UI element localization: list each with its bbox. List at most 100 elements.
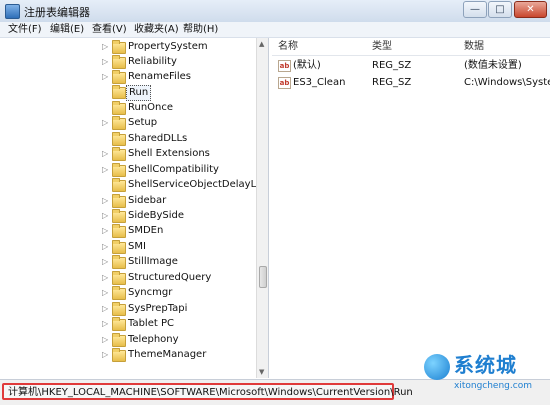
tree-scrollbar[interactable]: ▲ ▼	[256, 38, 268, 378]
tree-item-label: SharedDLLs	[128, 133, 188, 144]
tree-item-reliability[interactable]: ▷ Reliability	[0, 55, 256, 70]
minimize-icon: —	[470, 4, 480, 15]
tree-item-label: ShellCompatibility	[128, 164, 219, 175]
menu-edit[interactable]: 编辑(E)	[50, 23, 84, 36]
scroll-down-icon[interactable]: ▼	[259, 368, 264, 376]
tree-item-label: StructuredQuery	[128, 272, 212, 283]
site-watermark: 系统城 xitongcheng.com	[424, 352, 548, 400]
expand-arrow-icon[interactable]: ▷	[102, 319, 108, 329]
menu-favorites[interactable]: 收藏夹(A)	[134, 23, 179, 36]
maximize-icon: □	[495, 4, 505, 15]
folder-icon	[112, 40, 126, 54]
tree-item-stillimage[interactable]: ▷ StillImage	[0, 255, 256, 270]
folder-icon	[112, 286, 126, 300]
value-type: REG_SZ	[372, 60, 412, 71]
column-header-type[interactable]: 类型	[372, 41, 392, 53]
tree-item-propertysystem[interactable]: ▷ PropertySystem	[0, 40, 256, 55]
expand-arrow-icon[interactable]: ▷	[102, 335, 108, 345]
value-type: REG_SZ	[372, 77, 412, 88]
folder-icon	[112, 194, 126, 208]
tree-item-sidebyside[interactable]: ▷ SideBySide	[0, 209, 256, 224]
folder-icon	[112, 147, 126, 161]
expand-arrow-icon[interactable]: ▷	[102, 350, 108, 360]
scrollbar-thumb[interactable]	[259, 266, 267, 288]
expand-arrow-icon[interactable]: ▷	[102, 118, 108, 128]
tree-item-label: SideBySide	[128, 210, 185, 221]
tree-item-setup[interactable]: ▷ Setup	[0, 116, 256, 131]
tree-item-label: ShellServiceObjectDelayLoad	[128, 179, 269, 190]
expand-arrow-icon[interactable]: ▷	[102, 211, 108, 221]
watermark-url: xitongcheng.com	[454, 381, 532, 391]
column-header-data[interactable]: 数据	[464, 41, 484, 53]
value-row-es3-clean[interactable]: ab ES3_Clean REG_SZ C:\Windows\Syste	[272, 75, 550, 91]
tree-item-label: Setup	[128, 117, 158, 128]
tree-item-label: StillImage	[128, 256, 178, 267]
tree-item-shareddlls[interactable]: SharedDLLs	[0, 132, 256, 147]
tree-item-runonce[interactable]: RunOnce	[0, 101, 256, 116]
expand-arrow-icon[interactable]: ▷	[102, 196, 108, 206]
expand-arrow-icon[interactable]: ▷	[102, 57, 108, 67]
expand-arrow-icon[interactable]: ▷	[102, 304, 108, 314]
tree-item-label: PropertySystem	[128, 41, 208, 52]
menu-help[interactable]: 帮助(H)	[183, 23, 218, 36]
regedit-app-icon	[5, 4, 20, 19]
minimize-button[interactable]: —	[463, 1, 487, 18]
menu-view[interactable]: 查看(V)	[92, 23, 127, 36]
expand-arrow-icon[interactable]: ▷	[102, 242, 108, 252]
tree-item-thememanager[interactable]: ▷ ThemeManager	[0, 348, 256, 363]
tree-item-renamefiles[interactable]: ▷ RenameFiles	[0, 70, 256, 85]
folder-icon	[112, 163, 126, 177]
folder-icon	[112, 317, 126, 331]
folder-icon	[112, 209, 126, 223]
folder-icon	[112, 55, 126, 69]
tree-item-label: Shell Extensions	[128, 148, 210, 159]
folder-icon	[112, 132, 126, 146]
folder-icon	[112, 271, 126, 285]
tree-item-telephony[interactable]: ▷ Telephony	[0, 333, 256, 348]
expand-arrow-icon[interactable]: ▷	[102, 42, 108, 52]
folder-icon	[112, 70, 126, 84]
tree-item-smden[interactable]: ▷ SMDEn	[0, 224, 256, 239]
folder-icon	[112, 255, 126, 269]
tree-item-run[interactable]: Run	[0, 85, 256, 101]
tree-item-structuredquery[interactable]: ▷ StructuredQuery	[0, 271, 256, 286]
folder-open-icon	[112, 85, 126, 99]
expand-arrow-icon[interactable]: ▷	[102, 273, 108, 283]
expand-arrow-icon[interactable]: ▷	[102, 288, 108, 298]
tree-item-syncmgr[interactable]: ▷ Syncmgr	[0, 286, 256, 301]
tree-item-tablet-pc[interactable]: ▷ Tablet PC	[0, 317, 256, 332]
close-button[interactable]: ✕	[514, 1, 547, 18]
tree-item-shell-extensions[interactable]: ▷ Shell Extensions	[0, 147, 256, 162]
tree-item-shellserviceobjectdelayload[interactable]: ShellServiceObjectDelayLoad	[0, 178, 268, 193]
folder-icon	[112, 178, 126, 192]
expand-arrow-icon[interactable]: ▷	[102, 149, 108, 159]
folder-icon	[112, 116, 126, 130]
tree-item-label: Syncmgr	[128, 287, 173, 298]
close-icon: ✕	[526, 4, 535, 15]
tree-item-label: SMI	[128, 241, 146, 252]
tree-item-label: Reliability	[128, 56, 177, 67]
value-data: (数值未设置)	[464, 60, 522, 71]
tree-item-smi[interactable]: ▷ SMI	[0, 240, 256, 255]
tree-item-sysprepTapi[interactable]: ▷ SysPrepTapi	[0, 302, 256, 317]
scroll-up-icon[interactable]: ▲	[259, 40, 264, 48]
menu-file[interactable]: 文件(F)	[8, 23, 42, 36]
string-value-icon: ab	[278, 77, 291, 89]
expand-arrow-icon[interactable]: ▷	[102, 226, 108, 236]
expand-arrow-icon[interactable]: ▷	[102, 257, 108, 267]
folder-icon	[112, 348, 126, 362]
expand-arrow-icon[interactable]: ▷	[102, 165, 108, 175]
registry-path-highlight: 计算机\HKEY_LOCAL_MACHINE\SOFTWARE\Microsof…	[2, 383, 413, 400]
string-value-icon: ab	[278, 60, 291, 72]
key-tree-pane: ▷ PropertySystem ▷ Reliability ▷ RenameFile…	[0, 38, 269, 378]
menu-bar: 文件(F) 编辑(E) 查看(V) 收藏夹(A) 帮助(H)	[0, 22, 550, 38]
tree-item-shellcompatibility[interactable]: ▷ ShellCompatibility	[0, 163, 256, 178]
maximize-button[interactable]: □	[488, 1, 512, 18]
value-row-default[interactable]: ab (默认) REG_SZ (数值未设置)	[272, 58, 550, 74]
column-header-name[interactable]: 名称	[278, 41, 298, 53]
tree-item-label: Telephony	[128, 334, 179, 345]
folder-icon	[112, 101, 126, 115]
tree-item-sidebar[interactable]: ▷ Sidebar	[0, 194, 256, 209]
tree-item-label: RenameFiles	[128, 71, 191, 82]
expand-arrow-icon[interactable]: ▷	[102, 72, 108, 82]
